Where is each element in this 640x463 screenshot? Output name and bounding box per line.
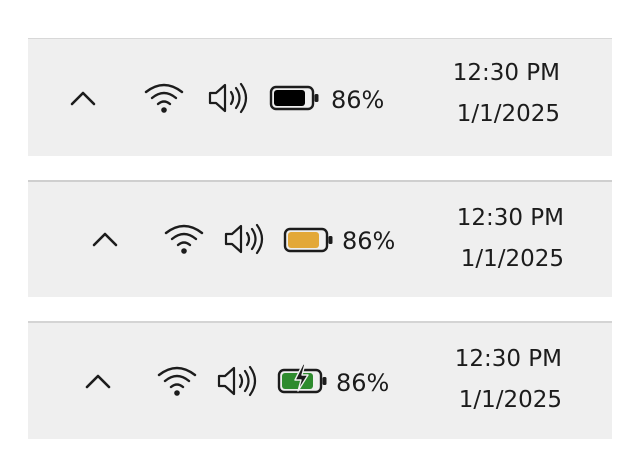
speaker-volume-icon[interactable] xyxy=(206,80,250,116)
taskbar-tray-normal: 86% 12:30 PM 1/1/2025 xyxy=(28,38,612,156)
battery-level-fill xyxy=(274,90,305,106)
battery-level-fill xyxy=(288,232,319,248)
clock-time[interactable]: 12:30 PM xyxy=(402,348,562,371)
battery-icon[interactable] xyxy=(269,84,321,112)
battery-icon[interactable] xyxy=(283,226,335,254)
speaker-volume-icon[interactable] xyxy=(222,221,266,257)
battery-percent: 86% xyxy=(336,369,390,397)
clock-date[interactable]: 1/1/2025 xyxy=(404,248,564,271)
clock-date[interactable]: 1/1/2025 xyxy=(400,103,560,126)
speaker-volume-icon[interactable] xyxy=(215,363,259,399)
battery-percent: 86% xyxy=(331,86,385,114)
chevron-up-icon[interactable] xyxy=(83,372,113,390)
battery-percent: 86% xyxy=(342,227,396,255)
chevron-up-icon[interactable] xyxy=(68,89,98,107)
clock-time[interactable]: 12:30 PM xyxy=(404,207,564,230)
clock-date[interactable]: 1/1/2025 xyxy=(402,389,562,412)
wifi-icon[interactable] xyxy=(156,364,198,398)
battery-charging-icon[interactable] xyxy=(277,363,329,395)
clock-time[interactable]: 12:30 PM xyxy=(400,62,560,85)
wifi-icon[interactable] xyxy=(143,81,185,115)
taskbar-tray-battery-saver: 86% 12:30 PM 1/1/2025 xyxy=(28,180,612,297)
chevron-up-icon[interactable] xyxy=(90,230,120,248)
wifi-icon[interactable] xyxy=(163,222,205,256)
taskbar-tray-charging: 86% 12:30 PM 1/1/2025 xyxy=(28,321,612,439)
